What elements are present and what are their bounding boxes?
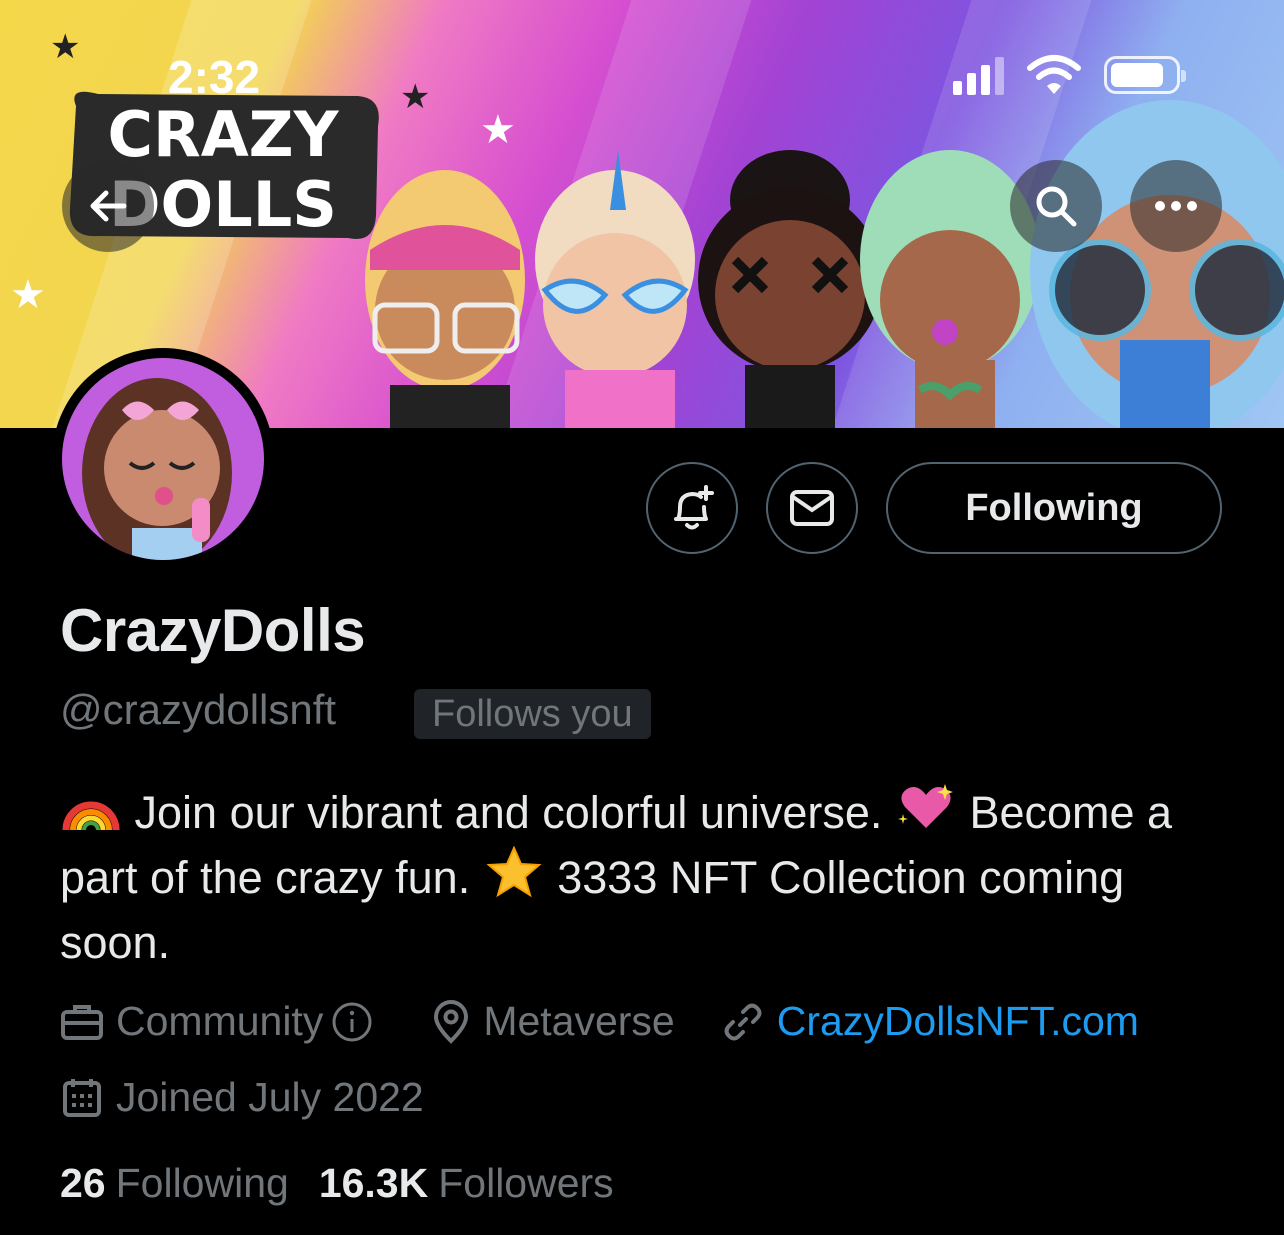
notifications-button[interactable] bbox=[646, 462, 738, 554]
rainbow-emoji-icon bbox=[62, 801, 120, 831]
website-link[interactable]: CrazyDollsNFT.com bbox=[777, 998, 1139, 1045]
status-bar-time: 2:32 bbox=[168, 51, 261, 103]
star-emoji-icon bbox=[486, 845, 542, 898]
star-decoration-icon: ★ bbox=[50, 28, 81, 66]
joined-label: Joined July 2022 bbox=[116, 1074, 424, 1120]
arrow-left-icon bbox=[90, 190, 127, 222]
display-name: CrazyDolls bbox=[60, 597, 366, 664]
following-count: 26 bbox=[60, 1160, 106, 1206]
following-stat[interactable]: 26 Following bbox=[60, 1160, 289, 1207]
followers-stat-label: Followers bbox=[438, 1160, 614, 1206]
profile-bio: Join our vibrant and colorful universe. … bbox=[60, 780, 1230, 975]
profile-avatar[interactable] bbox=[52, 348, 274, 570]
calendar-icon bbox=[63, 1078, 101, 1117]
logo-line1: CRAZY bbox=[107, 98, 339, 171]
status-bar-icons bbox=[953, 54, 1186, 96]
website-item[interactable]: CrazyDollsNFT.com bbox=[721, 998, 1139, 1045]
following-button[interactable]: Following bbox=[886, 462, 1222, 554]
message-button[interactable] bbox=[766, 462, 858, 554]
briefcase-icon bbox=[61, 1004, 103, 1040]
avatar-image bbox=[62, 358, 264, 560]
category-item[interactable]: Community bbox=[60, 998, 385, 1045]
back-button[interactable] bbox=[62, 160, 154, 252]
following-stat-label: Following bbox=[115, 1160, 289, 1206]
followers-count: 16.3K bbox=[318, 1160, 429, 1206]
more-options-button[interactable] bbox=[1130, 160, 1222, 252]
sparkling-heart-emoji-icon bbox=[897, 784, 953, 828]
search-button[interactable] bbox=[1010, 160, 1102, 252]
cellular-signal-icon bbox=[953, 55, 1004, 95]
dolls-illustration bbox=[365, 100, 1284, 428]
link-icon bbox=[724, 1003, 762, 1040]
battery-icon bbox=[1104, 56, 1186, 94]
bell-plus-icon bbox=[674, 485, 714, 530]
follows-you-badge: Follows you bbox=[414, 689, 651, 739]
bio-part-1: Join our vibrant and colorful universe. bbox=[134, 787, 883, 838]
wifi-icon bbox=[1027, 55, 1081, 94]
joined-item: Joined July 2022 bbox=[60, 1074, 424, 1121]
info-icon[interactable] bbox=[331, 1001, 373, 1043]
envelope-icon bbox=[790, 490, 834, 526]
followers-stat[interactable]: 16.3K Followers bbox=[319, 1160, 614, 1207]
category-label: Community bbox=[116, 998, 324, 1044]
search-icon bbox=[1036, 186, 1077, 227]
location-pin-icon bbox=[434, 999, 469, 1044]
location-label: Metaverse bbox=[483, 998, 675, 1044]
more-horizontal-icon bbox=[1155, 201, 1197, 211]
profile-meta-row: Community Metaverse CrazyDollsNFT.com bbox=[60, 998, 1185, 1045]
location-item: Metaverse bbox=[431, 998, 675, 1045]
star-decoration-icon: ★ bbox=[10, 273, 46, 317]
username-handle: @crazydollsnft bbox=[60, 686, 337, 733]
follow-stats: 26 Following 16.3K Followers bbox=[60, 1160, 614, 1207]
joined-row: Joined July 2022 bbox=[60, 1074, 470, 1121]
